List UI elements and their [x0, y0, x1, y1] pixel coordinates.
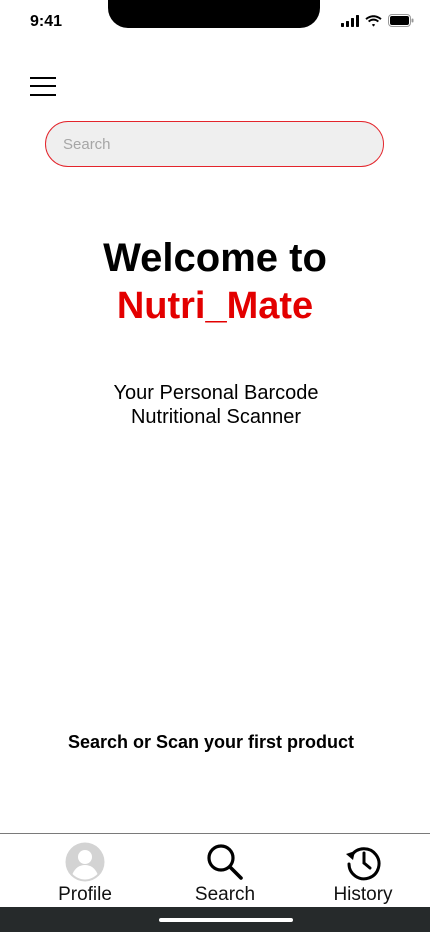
cellular-signal-icon [341, 14, 359, 27]
device-notch [108, 0, 320, 28]
profile-icon [65, 842, 105, 882]
wifi-icon [365, 14, 382, 27]
status-icons [341, 14, 414, 27]
search-icon [207, 844, 243, 880]
nav-label-history: History [333, 884, 393, 905]
nav-item-search[interactable]: Search [170, 842, 280, 906]
home-indicator[interactable] [159, 918, 293, 922]
home-screen: 9:41 Welcome [0, 0, 430, 932]
status-time: 9:41 [30, 13, 63, 30]
tagline: Your Personal Barcode Nutritional Scanne… [113, 382, 319, 428]
nav-item-profile[interactable]: Profile [30, 842, 140, 906]
bottom-nav: Profile Search History [0, 833, 430, 908]
history-icon [346, 847, 381, 881]
nav-label-search: Search [194, 884, 256, 905]
battery-icon [388, 14, 414, 27]
nav-label-profile: Profile [58, 884, 112, 905]
status-bar: 9:41 [0, 0, 430, 46]
hamburger-icon[interactable] [30, 75, 58, 97]
home-indicator-bar [0, 907, 430, 932]
welcome-title: Welcome to [103, 236, 327, 280]
nav-item-history[interactable]: History [308, 842, 418, 906]
search-input[interactable] [45, 121, 384, 167]
empty-state-prompt: Search or Scan your first product [67, 732, 355, 752]
app-name: Nutri_Mate [116, 285, 314, 327]
